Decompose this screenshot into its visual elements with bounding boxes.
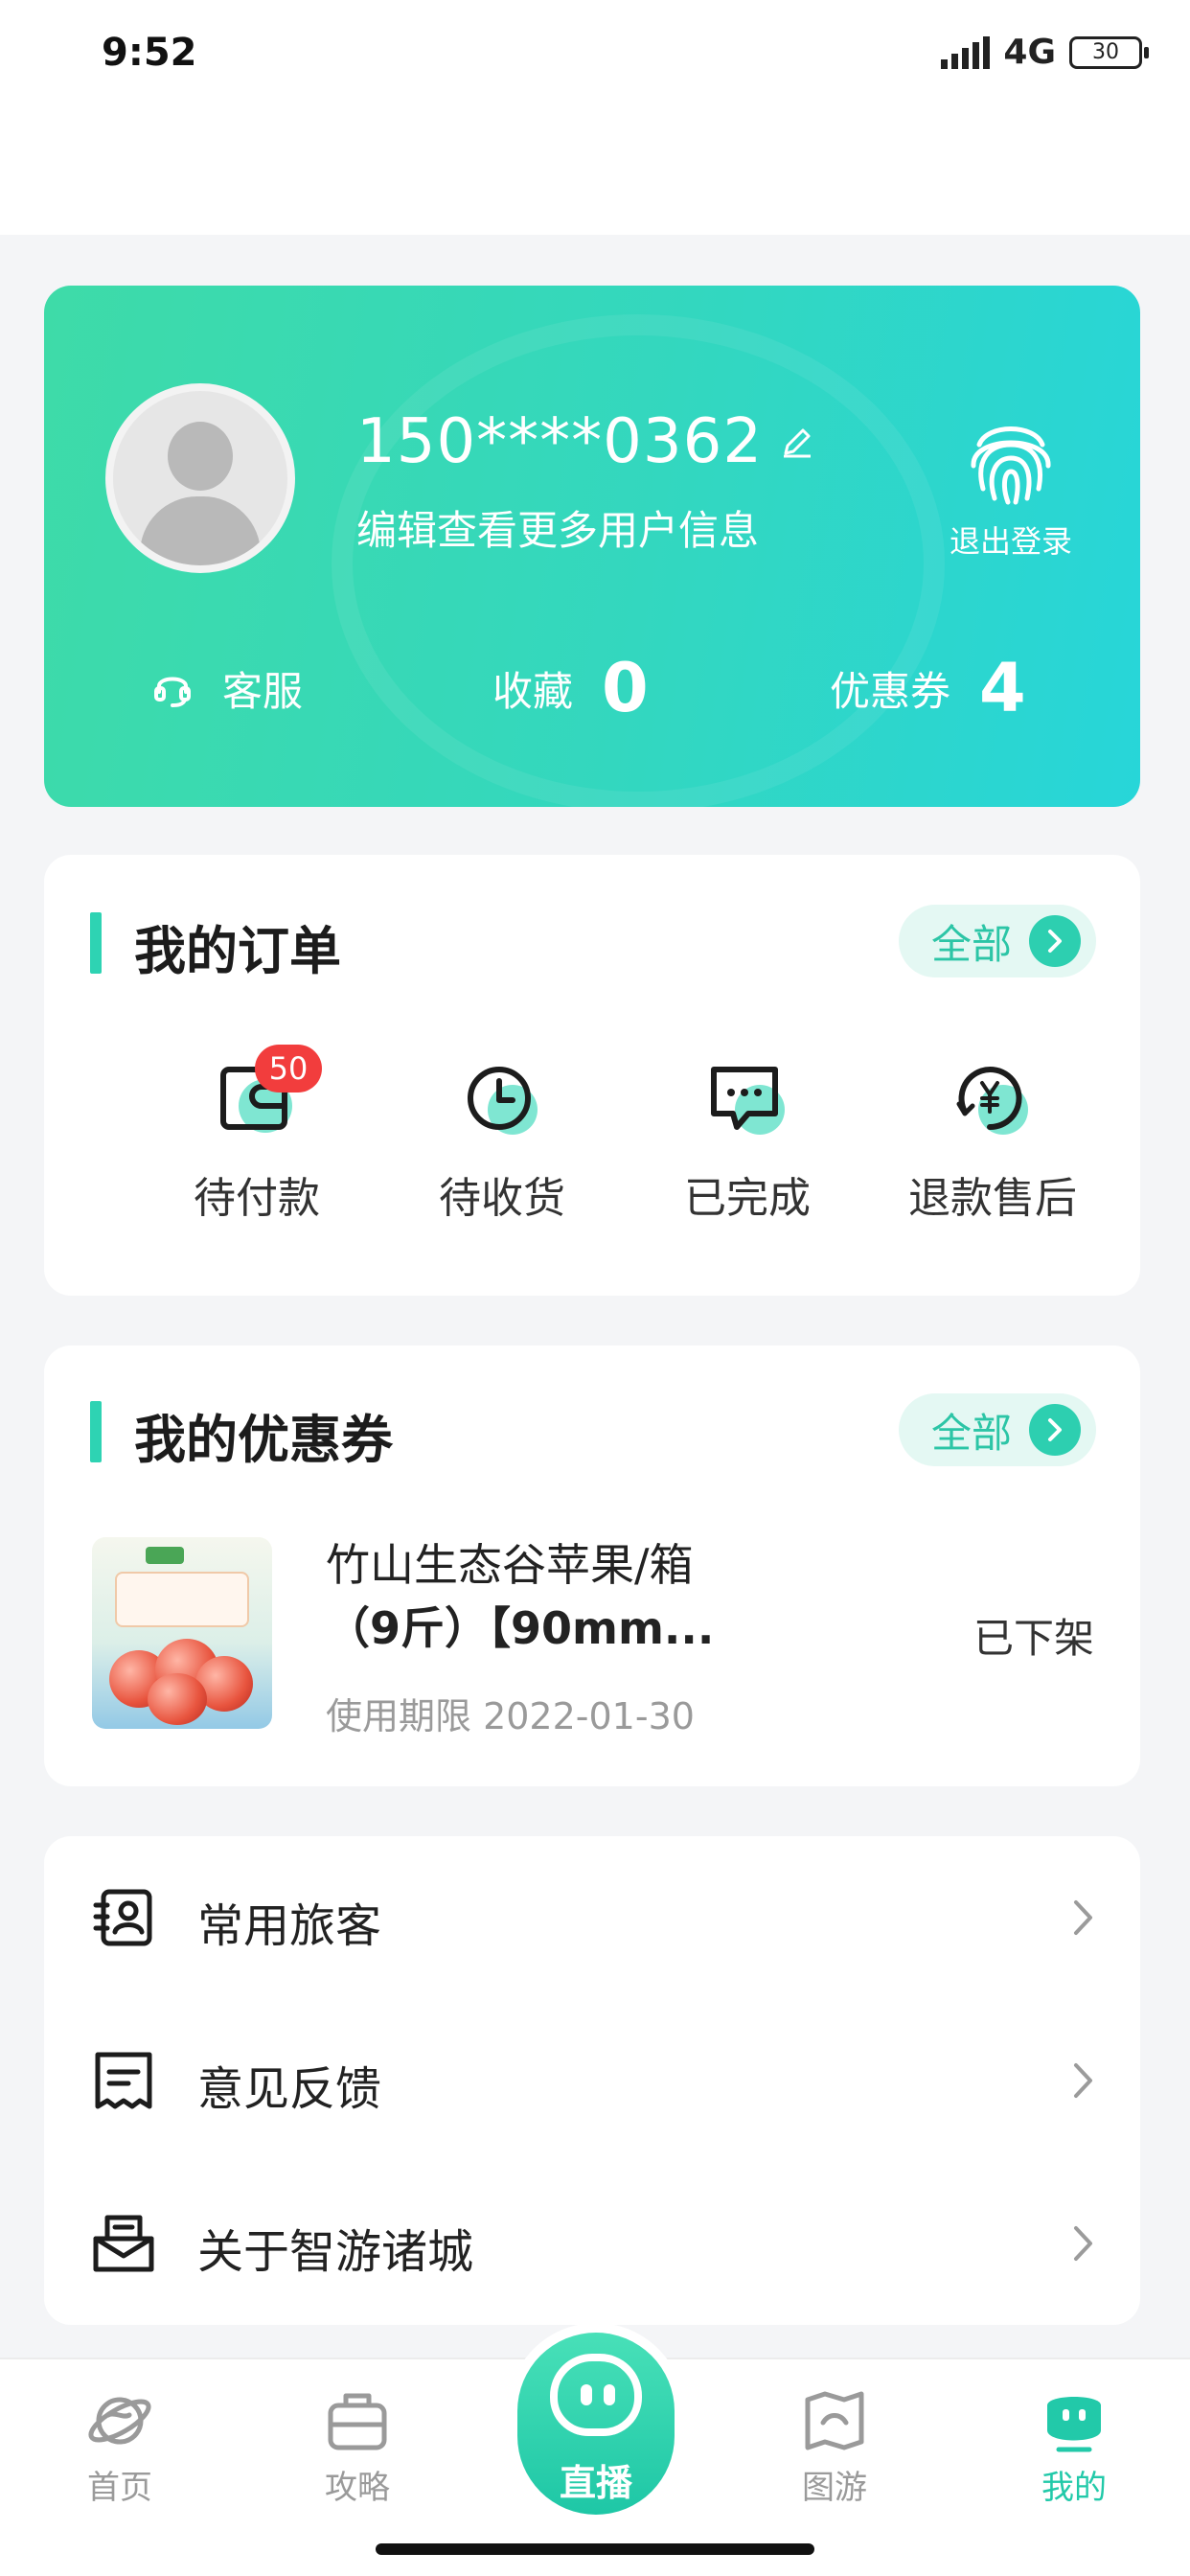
coupons-count: 4: [979, 649, 1026, 727]
planet-icon: [88, 2397, 151, 2445]
user-phone[interactable]: 150****0362: [356, 406, 814, 477]
pending-payment-badge: 50: [255, 1045, 322, 1092]
status-bar: 9:52 4G 30: [0, 0, 1190, 235]
order-refund-aftersale[interactable]: 退款售后: [868, 1058, 1117, 1225]
fingerprint-icon: [971, 426, 1051, 505]
status-time: 9:52: [102, 31, 197, 75]
order-label: 已完成: [684, 1174, 811, 1223]
menu-item-frequent-travelers[interactable]: 常用旅客: [44, 1836, 1140, 1999]
title-accent-bar: [90, 912, 102, 974]
network-type: 4G: [1003, 33, 1056, 72]
coupon-product-name[interactable]: 竹山生态谷苹果/箱 （9斤）【90mm...: [326, 1533, 824, 1660]
chevron-right-icon: [1029, 915, 1081, 967]
tab-label: 首页: [87, 2469, 152, 2507]
order-label: 退款售后: [908, 1174, 1077, 1223]
map-icon: [805, 2391, 864, 2450]
profile-card: 150****0362 编辑查看更多用户信息 退出登录 客服 收藏 0 优惠券 …: [44, 286, 1140, 807]
edit-profile-hint[interactable]: 编辑查看更多用户信息: [356, 498, 759, 557]
battery-icon: 30: [1069, 35, 1149, 69]
mascot-face-icon: [1047, 2397, 1101, 2452]
coupons-stat[interactable]: 优惠券 4: [830, 631, 1026, 746]
suitcase-icon: [328, 2393, 387, 2450]
favorites-label: 收藏: [492, 667, 574, 715]
menu-item-about[interactable]: 关于智游诸城: [44, 2162, 1140, 2325]
coupons-card: 我的优惠券 全部 竹山生态谷苹果/箱 （9斤）【90mm... 使用期限 202…: [44, 1346, 1140, 1786]
avatar[interactable]: [105, 383, 295, 573]
chat-bubble-icon: [711, 1067, 785, 1135]
status-indicators: 4G 30: [941, 33, 1149, 72]
order-pending-receipt[interactable]: 待收货: [378, 1058, 627, 1225]
edit-pencil-icon[interactable]: [780, 425, 814, 459]
feedback-icon: [95, 2052, 152, 2109]
order-label: 待付款: [194, 1174, 320, 1223]
menu-card: 常用旅客 意见反馈 关于智游诸城: [44, 1836, 1140, 2325]
clock-icon: [468, 1067, 538, 1135]
promo-banner: [115, 1572, 249, 1627]
coupon-name-line2: （9斤）【90mm...: [326, 1602, 715, 1654]
brand-logo: [146, 1547, 184, 1564]
tab-label: 攻略: [325, 2469, 390, 2507]
coupons-title: 我的优惠券: [134, 1410, 393, 1470]
chevron-right-icon: [1074, 2226, 1092, 2261]
chevron-right-icon: [1074, 2063, 1092, 2098]
menu-item-feedback[interactable]: 意见反馈: [44, 1999, 1140, 2162]
order-completed[interactable]: 已完成: [623, 1058, 872, 1225]
profile-stats: 客服 收藏 0 优惠券 4: [44, 631, 1140, 746]
coupon-product-image[interactable]: [92, 1537, 272, 1729]
tab-map-tour[interactable]: 图游: [763, 2386, 906, 2508]
menu-label: 关于智游诸城: [197, 2225, 474, 2279]
tab-label: 直播: [559, 2462, 632, 2504]
orders-title: 我的订单: [134, 921, 341, 981]
tab-live[interactable]: 直播: [517, 2333, 675, 2515]
home-indicator[interactable]: [376, 2543, 814, 2555]
favorites-count: 0: [602, 649, 649, 727]
tab-home[interactable]: 首页: [48, 2386, 192, 2508]
order-label: 待收货: [439, 1174, 565, 1223]
orders-card: 我的订单 全部 待付款 50 待收货 已完成 退款售后: [44, 855, 1140, 1296]
tab-guide[interactable]: 攻略: [286, 2386, 429, 2508]
logout-button[interactable]: 退出登录: [939, 406, 1083, 562]
headset-icon: [154, 677, 191, 707]
coupons-all-label: 全部: [930, 1409, 1012, 1457]
order-pending-payment[interactable]: 待付款: [132, 1058, 381, 1225]
orders-all-label: 全部: [930, 920, 1012, 968]
phone-number: 150****0362: [356, 406, 764, 477]
coupon-expiry: 使用期限 2022-01-30: [326, 1695, 695, 1737]
tab-label: 图游: [802, 2469, 867, 2507]
favorites-stat[interactable]: 收藏 0: [492, 631, 649, 746]
menu-label: 意见反馈: [197, 2062, 382, 2116]
menu-label: 常用旅客: [197, 1899, 382, 1953]
service-label: 客服: [222, 667, 304, 715]
coupons-label: 优惠券: [830, 667, 951, 715]
orders-all-button[interactable]: 全部: [899, 905, 1096, 978]
customer-service-button[interactable]: 客服: [151, 631, 303, 746]
chevron-right-icon: [1029, 1404, 1081, 1456]
chevron-right-icon: [1074, 1900, 1092, 1935]
live-mascot-icon: [550, 2354, 642, 2436]
title-accent-bar: [90, 1401, 102, 1462]
tab-label: 我的: [1041, 2469, 1107, 2507]
traveler-card-icon: [93, 1889, 152, 1946]
signal-icon: [941, 35, 991, 69]
coupons-all-button[interactable]: 全部: [899, 1393, 1096, 1466]
coupon-name-line1: 竹山生态谷苹果/箱: [326, 1539, 694, 1591]
logout-label: 退出登录: [949, 523, 1072, 560]
about-mail-icon: [93, 2215, 154, 2272]
yen-refund-icon: [956, 1067, 1028, 1135]
tab-mine[interactable]: 我的: [1002, 2386, 1146, 2508]
coupon-status: 已下架: [973, 1615, 1094, 1662]
